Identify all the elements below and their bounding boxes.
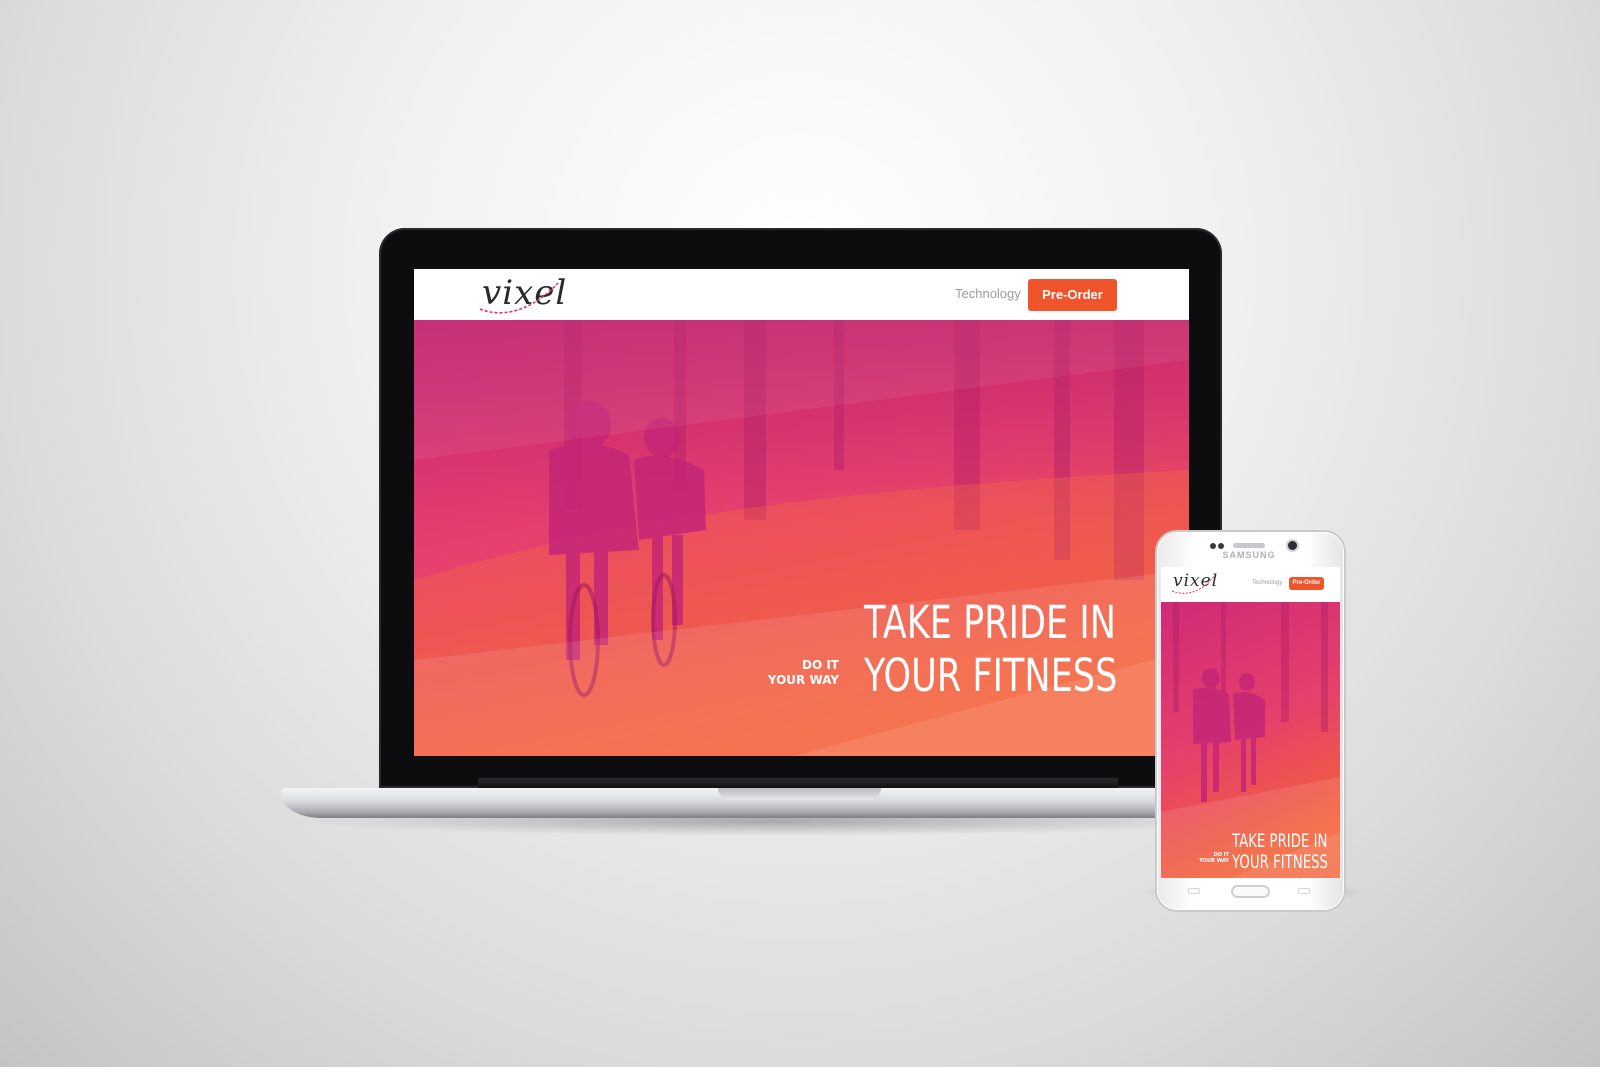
preorder-button[interactable]: Pre-Order bbox=[1028, 279, 1117, 311]
phone-sensor-icon bbox=[1210, 543, 1216, 549]
laptop-notch bbox=[718, 788, 881, 800]
phone-speaker bbox=[1233, 543, 1265, 548]
site-header: vixel Technology Pre-Order bbox=[414, 269, 1189, 320]
hero-tagline: DO IT YOUR WAY bbox=[759, 658, 839, 688]
phone-hero-headline: TAKE PRIDE IN YOUR FITNESS bbox=[1232, 832, 1340, 874]
tagline-line-2: YOUR WAY bbox=[767, 673, 839, 687]
tagline-line-1: DO IT bbox=[802, 658, 839, 672]
laptop-hinge bbox=[478, 778, 1118, 788]
headline-line-1: TAKE PRIDE IN bbox=[864, 596, 1116, 649]
phone-headline-line-1: TAKE PRIDE IN bbox=[1232, 830, 1328, 852]
phone-preorder-button[interactable]: Pre-Order bbox=[1289, 577, 1324, 590]
phone-hero-tagline: DO IT YOUR WAY bbox=[1194, 852, 1229, 865]
phone-nav-technology-link[interactable]: Technology bbox=[1252, 580, 1282, 586]
phone-site-header: vixel Technology Pre-Order bbox=[1161, 567, 1340, 602]
phone-brand-label: SAMSUNG bbox=[1222, 550, 1276, 560]
logo-swoosh-icon bbox=[479, 282, 559, 314]
phone-home-button[interactable] bbox=[1231, 885, 1270, 898]
phone-logo-swoosh-icon bbox=[1171, 575, 1215, 594]
phone-back-key-icon[interactable] bbox=[1298, 888, 1310, 894]
phone-headline-line-2: YOUR FITNESS bbox=[1232, 851, 1329, 873]
hero-section: DO IT YOUR WAY TAKE PRIDE IN YOUR FITNES… bbox=[414, 320, 1189, 756]
phone-camera-icon bbox=[1288, 541, 1297, 550]
phone-hero-section: DO IT YOUR WAY TAKE PRIDE IN YOUR FITNES… bbox=[1161, 602, 1340, 878]
phone-tagline-line-2: YOUR WAY bbox=[1199, 858, 1229, 865]
phone-recent-apps-key-icon[interactable] bbox=[1188, 888, 1200, 894]
phone-sensor-icon bbox=[1218, 543, 1224, 549]
phone-screen: DO IT YOUR WAY TAKE PRIDE IN YOUR FITNES… bbox=[1161, 567, 1340, 878]
nav-technology-link[interactable]: Technology bbox=[955, 286, 1021, 301]
hero-headline: TAKE PRIDE IN YOUR FITNESS bbox=[864, 600, 1189, 706]
headline-line-2: YOUR FITNESS bbox=[864, 649, 1118, 702]
laptop-screen: DO IT YOUR WAY TAKE PRIDE IN YOUR FITNES… bbox=[414, 269, 1189, 756]
